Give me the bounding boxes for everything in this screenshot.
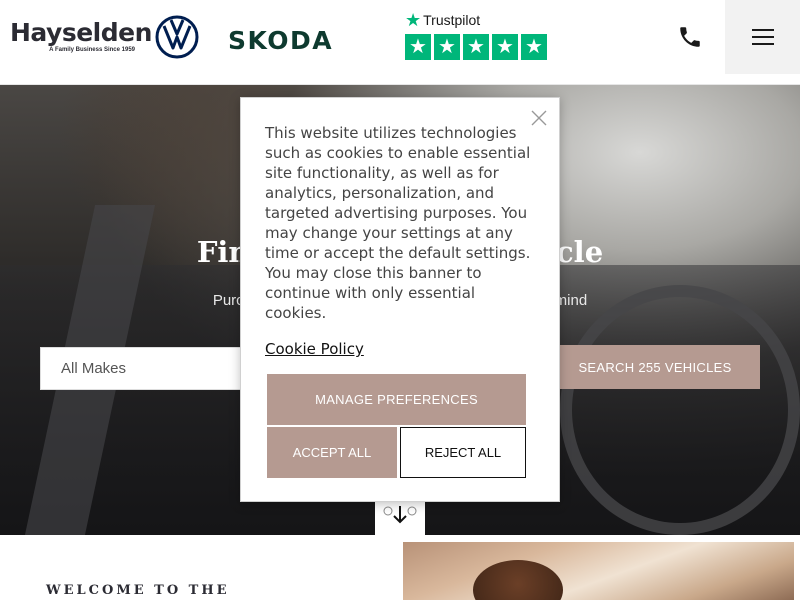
hero-image-steering-wheel bbox=[560, 285, 800, 535]
hayselden-logo[interactable]: Hayselden A Family Business Since 1959 bbox=[10, 18, 152, 54]
welcome-photo bbox=[403, 542, 794, 600]
trustpilot-label: Trustpilot bbox=[423, 12, 481, 28]
vw-logo[interactable] bbox=[155, 15, 199, 59]
site-header: Hayselden A Family Business Since 1959 S… bbox=[0, 0, 800, 85]
star-icon: ★ bbox=[492, 34, 518, 60]
arrow-down-icon bbox=[383, 506, 417, 524]
hamburger-menu-icon bbox=[751, 29, 774, 45]
star-icon: ★ bbox=[434, 34, 460, 60]
logo-name: Hayselden bbox=[10, 18, 152, 47]
cookie-consent-dialog: This website utilizes technologies such … bbox=[240, 97, 560, 502]
search-vehicles-button[interactable]: SEARCH 255 VEHICLES bbox=[550, 345, 760, 389]
phone-icon bbox=[680, 27, 700, 47]
star-icon: ★ bbox=[405, 34, 431, 60]
welcome-heading: WELCOME TO THE bbox=[46, 583, 230, 598]
manage-preferences-button[interactable]: MANAGE PREFERENCES bbox=[267, 374, 526, 425]
cookie-policy-link[interactable]: Cookie Policy bbox=[265, 340, 364, 358]
phone-button[interactable] bbox=[655, 0, 725, 74]
star-icon: ★ bbox=[463, 34, 489, 60]
trustpilot-star-icon: ★ bbox=[405, 10, 422, 30]
accept-all-button[interactable]: ACCEPT ALL bbox=[267, 427, 397, 478]
menu-button[interactable] bbox=[725, 0, 800, 74]
trustpilot-rating[interactable]: ★ Trustpilot ★ ★ ★ ★ ★ bbox=[405, 10, 551, 60]
reject-all-button[interactable]: REJECT ALL bbox=[400, 427, 526, 478]
trustpilot-stars: ★ ★ ★ ★ ★ bbox=[405, 34, 551, 60]
skoda-logo[interactable]: SKODA bbox=[228, 26, 333, 56]
trustpilot-brand: ★ Trustpilot bbox=[405, 10, 551, 30]
logo-tagline: A Family Business Since 1959 bbox=[49, 47, 135, 53]
cookie-consent-text: This website utilizes technologies such … bbox=[265, 124, 531, 322]
star-icon: ★ bbox=[521, 34, 547, 60]
photo-person bbox=[473, 560, 563, 600]
